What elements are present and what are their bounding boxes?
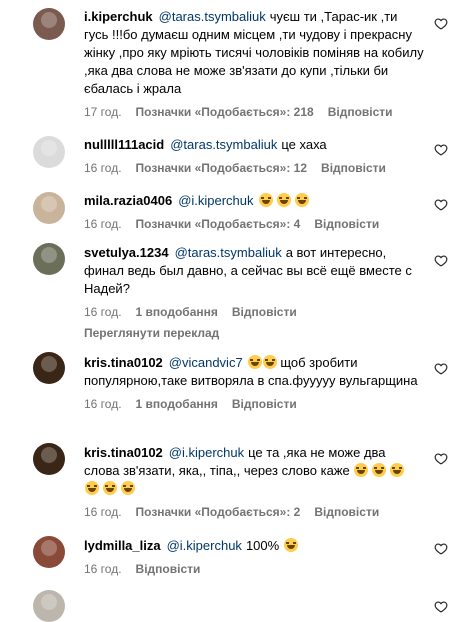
- comment-mention[interactable]: @vicandvic7: [169, 355, 243, 370]
- like-heart-icon[interactable]: [434, 198, 448, 212]
- comment-time[interactable]: 16 год.: [84, 161, 122, 175]
- comment-body: це хаха: [281, 137, 327, 152]
- comment-time[interactable]: 17 год.: [84, 105, 122, 119]
- avatar[interactable]: [33, 352, 65, 384]
- laughing-emoji-icon: [354, 463, 369, 477]
- like-heart-icon[interactable]: [434, 254, 448, 268]
- reply-button[interactable]: Відповісти: [314, 217, 379, 231]
- comment-meta: 16 год. Позначки «Подобається»: 4 Відповіс…: [84, 216, 424, 232]
- comment-mention[interactable]: @i.kiperchuk: [178, 193, 253, 208]
- reply-button[interactable]: Відповісти: [314, 505, 379, 519]
- laughing-emoji-icon: [103, 481, 117, 495]
- laughing-emoji-icon: [258, 193, 273, 207]
- comment-username[interactable]: lydmilla_liza: [84, 538, 161, 553]
- comment-username[interactable]: nulllll111acid: [84, 137, 164, 152]
- avatar[interactable]: [33, 443, 65, 475]
- avatar[interactable]: [33, 590, 65, 622]
- laughing-emoji-icon: [247, 355, 262, 369]
- comment-text: kris.tina0102 @i.kiperchuk це та ,яка не м…: [84, 444, 424, 498]
- like-heart-icon[interactable]: [434, 452, 448, 466]
- comment-text: i.kiperchuk @taras.tsymbaliuk чуєш ти ,Тар…: [84, 8, 424, 98]
- comment-mention[interactable]: @i.kiperchuk: [169, 445, 244, 460]
- comment-body: 100%: [245, 538, 280, 553]
- avatar[interactable]: [33, 243, 65, 275]
- reply-button[interactable]: Відповісти: [232, 397, 297, 411]
- reply-button[interactable]: Відповісти: [232, 305, 297, 319]
- avatar[interactable]: [33, 136, 65, 168]
- likes-count-button[interactable]: 1 вподобання: [136, 397, 218, 411]
- comment-meta: 16 год. Позначки «Подобається»: 12 Відпові…: [84, 160, 424, 176]
- like-heart-icon[interactable]: [434, 600, 448, 614]
- laughing-emoji-icon: [390, 463, 405, 477]
- comment-username[interactable]: svetulya.1234: [84, 245, 169, 260]
- avatar[interactable]: [33, 536, 65, 568]
- comment-meta: 16 год. Позначки «Подобається»: 2 Відповіс…: [84, 504, 424, 520]
- like-heart-icon[interactable]: [434, 542, 448, 556]
- comment-username[interactable]: i.kiperchuk: [84, 9, 153, 24]
- avatar[interactable]: [33, 192, 65, 224]
- reply-button[interactable]: Відповісти: [328, 105, 393, 119]
- laughing-emoji-icon: [276, 193, 291, 207]
- likes-count-button[interactable]: Позначки «Подобається»: 2: [136, 505, 301, 519]
- see-translation-button[interactable]: Переглянути переклад: [84, 326, 424, 340]
- comment-time[interactable]: 16 год.: [84, 305, 122, 319]
- comment-text: nulllll111acid @taras.tsymbaliuk це хаха: [84, 136, 424, 154]
- comment-time[interactable]: 16 год.: [84, 505, 122, 519]
- like-heart-icon[interactable]: [434, 362, 448, 376]
- comment-text: mila.razia0406 @i.kiperchuk: [84, 192, 424, 210]
- comment-meta: 16 год. 1 вподобання Відповісти: [84, 396, 424, 412]
- comment-text: kris.tina0102 @vicandvic7 щоб зробити поп…: [84, 354, 424, 390]
- comment-text: svetulya.1234 @taras.tsymbaliuk а вот инте…: [84, 244, 424, 298]
- comment-mention[interactable]: @taras.tsymbaliuk: [170, 137, 277, 152]
- laughing-emoji-icon: [294, 193, 309, 207]
- comment-meta: 16 год. 1 вподобання Відповісти: [84, 304, 424, 320]
- like-heart-icon[interactable]: [434, 143, 448, 157]
- comment-username[interactable]: mila.razia0406: [84, 193, 172, 208]
- comment-mention[interactable]: @i.kiperchuk: [167, 538, 242, 553]
- laughing-emoji-icon: [372, 463, 387, 477]
- comments-list: i.kiperchuk @taras.tsymbaliuk чуєш ти ,Тар…: [0, 0, 459, 622]
- comment-time[interactable]: 16 год.: [84, 397, 122, 411]
- comment-username[interactable]: kris.tina0102: [84, 445, 163, 460]
- reply-button[interactable]: Відповісти: [321, 161, 386, 175]
- comment-meta: 16 год. Відповісти: [84, 561, 424, 577]
- likes-count-button[interactable]: Позначки «Подобається»: 4: [136, 217, 301, 231]
- laughing-emoji-icon: [262, 355, 277, 369]
- laughing-emoji-icon: [283, 538, 298, 552]
- comment-username[interactable]: kris.tina0102: [84, 355, 163, 370]
- comment-mention[interactable]: @taras.tsymbaliuk: [175, 245, 282, 260]
- comment-time[interactable]: 16 год.: [84, 217, 122, 231]
- comment-time[interactable]: 16 год.: [84, 562, 122, 576]
- laughing-emoji-icon: [121, 481, 135, 495]
- reply-button[interactable]: Відповісти: [136, 562, 201, 576]
- comment-mention[interactable]: @taras.tsymbaliuk: [159, 9, 266, 24]
- like-heart-icon[interactable]: [434, 17, 448, 31]
- likes-count-button[interactable]: Позначки «Подобається»: 218: [136, 105, 314, 119]
- laughing-emoji-icon: [85, 481, 99, 495]
- comment-text: lydmilla_liza @i.kiperchuk 100%: [84, 537, 424, 555]
- avatar[interactable]: [33, 8, 65, 40]
- comment-meta: 17 год. Позначки «Подобається»: 218 Відпов…: [84, 104, 424, 120]
- likes-count-button[interactable]: 1 вподобання: [136, 305, 218, 319]
- likes-count-button[interactable]: Позначки «Подобається»: 12: [136, 161, 307, 175]
